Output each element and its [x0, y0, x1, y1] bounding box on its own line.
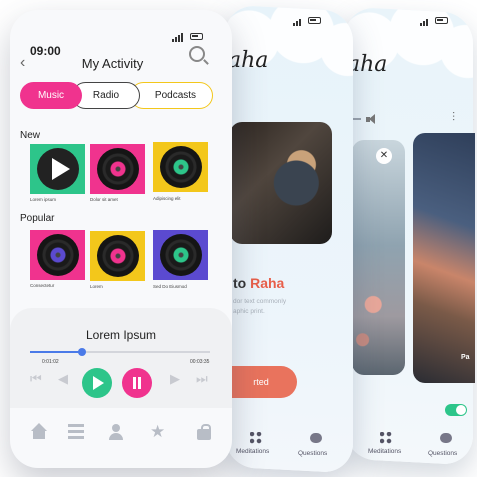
album-caption: Consectetur — [30, 283, 55, 288]
nav-label-questions[interactable]: Questions — [298, 450, 327, 457]
equalizer-icon[interactable]: ⫶ — [452, 110, 455, 125]
tab-podcasts[interactable]: Podcasts — [130, 82, 213, 109]
paragraph-line: aphic print. — [233, 308, 265, 315]
section-label-popular: Popular — [20, 213, 55, 224]
progress-bar[interactable] — [30, 348, 210, 356]
album-tile[interactable] — [90, 231, 145, 281]
vinyl-icon — [159, 234, 202, 276]
rewind-icon[interactable]: ◀ — [58, 371, 68, 387]
total-time: 00:03:35 — [190, 359, 210, 365]
vinyl-icon — [36, 234, 79, 276]
nav-label-meditations[interactable]: Meditations — [368, 448, 401, 455]
tab-radio[interactable]: Radio — [72, 82, 140, 109]
now-playing-panel: Lorem Ipsum 0:01:02 00:03:35 ⏮ ◀ ▶ ⏭ — [10, 308, 232, 408]
heading-prefix: to — [233, 275, 247, 291]
vinyl-icon — [96, 235, 139, 277]
skip-back-icon[interactable]: ⏮ — [30, 371, 42, 387]
paragraph-line: dor text commonly — [233, 298, 287, 305]
play-icon — [51, 158, 70, 180]
toggle-switch[interactable] — [445, 404, 467, 416]
pause-button[interactable] — [122, 368, 152, 398]
album-caption: Lorem ipsum — [30, 197, 57, 202]
progress-fill — [30, 351, 83, 353]
chat-icon[interactable] — [440, 433, 452, 443]
status-bar-back1 — [293, 14, 322, 26]
get-started-button[interactable]: rted — [225, 366, 297, 398]
close-icon[interactable]: ✕ — [376, 148, 392, 164]
chat-icon[interactable] — [310, 433, 322, 443]
welcome-heading: to Raha — [233, 275, 284, 291]
top-bar: ‹ My Activity — [20, 46, 205, 74]
home-icon[interactable] — [31, 423, 47, 440]
nav-label-questions[interactable]: Questions — [428, 450, 457, 457]
app-logo: aha — [228, 48, 269, 73]
grid-icon[interactable] — [250, 432, 262, 444]
album-caption: Lorem — [90, 284, 103, 289]
status-bar-back2 — [420, 14, 449, 26]
list-icon[interactable] — [68, 424, 84, 440]
song-title: Lorem Ipsum — [85, 328, 157, 342]
user-icon[interactable] — [108, 424, 124, 440]
meditation-card-mountain[interactable] — [413, 133, 475, 383]
star-icon[interactable]: ★ — [150, 423, 166, 440]
battery-icon — [435, 16, 449, 24]
album-caption: Adipiscing elit — [153, 196, 181, 201]
status-icons — [172, 30, 204, 42]
battery-icon — [308, 16, 322, 24]
speaker-icon[interactable] — [366, 114, 376, 124]
signal-icon — [293, 14, 302, 26]
skip-forward-icon[interactable]: ⏭ — [196, 371, 208, 387]
bag-icon[interactable] — [196, 424, 212, 440]
section-label-new: New — [20, 130, 41, 141]
album-caption: Dolor sit amet — [90, 197, 118, 202]
album-tile[interactable] — [30, 144, 85, 194]
category-tabs: Music Radio Podcasts — [20, 82, 213, 109]
signal-icon — [172, 30, 184, 42]
hero-photo — [230, 122, 332, 244]
elapsed-time: 0:01:02 — [42, 359, 59, 365]
album-tile[interactable] — [153, 230, 208, 280]
heading-accent: Raha — [250, 275, 285, 291]
welcome-paragraph: dor text commonly aphic print. — [233, 297, 323, 317]
app-logo: aha — [347, 52, 388, 77]
forward-icon[interactable]: ▶ — [170, 371, 180, 387]
search-icon[interactable] — [189, 46, 205, 62]
album-tile[interactable] — [153, 142, 208, 192]
album-tile[interactable] — [30, 230, 85, 280]
vinyl-icon — [96, 148, 139, 190]
album-tile[interactable] — [90, 144, 145, 194]
page-title: My Activity — [81, 56, 144, 71]
tab-music[interactable]: Music — [20, 82, 82, 109]
album-caption: Sed Do Eiusmod — [153, 284, 187, 289]
vinyl-icon — [159, 146, 202, 188]
meditation-card-rain[interactable] — [352, 140, 405, 375]
progress-knob[interactable] — [78, 348, 87, 356]
nav-label-meditations[interactable]: Meditations — [236, 448, 269, 455]
card-label: Pa — [461, 354, 470, 361]
bottom-nav: ★ — [10, 416, 232, 456]
grid-icon[interactable] — [380, 432, 392, 444]
play-button[interactable] — [82, 368, 112, 398]
battery-icon — [190, 32, 204, 40]
signal-icon — [420, 14, 429, 26]
